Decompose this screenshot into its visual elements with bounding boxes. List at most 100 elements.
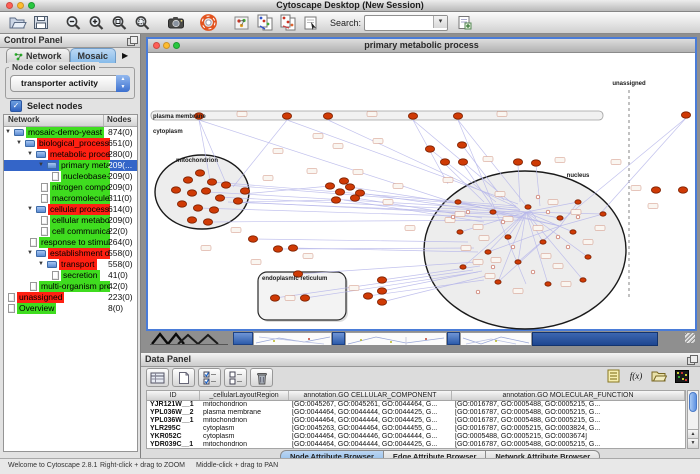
network-node-small[interactable] [531, 270, 535, 274]
network-node[interactable] [187, 190, 196, 196]
network-node[interactable] [580, 278, 586, 282]
function-builder-button[interactable]: f(x) [628, 369, 644, 383]
network-node[interactable] [455, 200, 461, 204]
table-cell[interactable]: [GO:0045263, GO:0044464, GO:0044455, G..… [289, 425, 452, 433]
table-cell[interactable]: [GO:0016787, GO:0005488, GO:0005215, G..… [452, 401, 685, 409]
table-cell[interactable]: mitochondrion [200, 401, 289, 409]
zoom-selected-button[interactable] [109, 13, 130, 32]
tree-expand-icon[interactable]: ▼ [38, 259, 44, 270]
network-node-small[interactable] [501, 220, 505, 224]
table-cell[interactable]: YPL036W__2 [147, 409, 200, 417]
network-node[interactable] [350, 195, 359, 201]
background-window-fragment[interactable] [233, 332, 253, 345]
network-node[interactable] [221, 182, 230, 188]
delete-attribute-button[interactable] [250, 368, 273, 387]
scrollbar-thumb[interactable] [689, 392, 697, 412]
background-network-drawing[interactable] [150, 332, 228, 345]
network-node[interactable] [495, 280, 501, 284]
network-node[interactable] [331, 197, 340, 203]
table-cell[interactable]: YDR039C__1 [147, 441, 200, 449]
table-cell[interactable]: [GO:0044464, GO:0044444, GO:0044425, G..… [289, 417, 452, 425]
tree-column-network[interactable]: Network [8, 115, 40, 125]
window-titlebar[interactable]: Cytoscape Desktop (New Session) [0, 0, 700, 12]
network-tree-row[interactable]: nucleobase-209(0) [4, 171, 137, 182]
select-all-attributes-button[interactable] [198, 368, 221, 387]
network-tree-row[interactable]: unassigned223(0) [4, 292, 137, 303]
network-node[interactable] [240, 188, 249, 194]
network-view-window[interactable]: primary metabolic process plasma membran… [146, 37, 697, 331]
table-column-header[interactable]: annotation.GO MOLECULAR_FUNCTION [452, 391, 685, 400]
preferences-button[interactable] [231, 13, 252, 32]
network-node[interactable] [183, 177, 192, 183]
network-node[interactable] [457, 142, 466, 148]
network-node-small[interactable] [511, 245, 515, 249]
network-node[interactable] [545, 282, 551, 286]
network-canvas[interactable]: plasma membranecytoplasmmitochondrionnuc… [148, 52, 695, 330]
network-tree-row[interactable]: response to stimulu264(0) [4, 237, 137, 248]
unselect-all-attributes-button[interactable] [224, 368, 247, 387]
tree-expand-icon[interactable]: ▼ [27, 149, 33, 160]
network-tree-row[interactable]: secretion41(0) [4, 270, 137, 281]
table-column-header[interactable]: ID [147, 391, 200, 400]
table-row[interactable]: YPL036W__2plasma membrane[GO:0044464, GO… [147, 409, 685, 417]
network-node[interactable] [490, 210, 496, 214]
import-network-button[interactable] [254, 13, 275, 32]
network-node[interactable] [651, 187, 660, 193]
network-node-small[interactable] [476, 290, 480, 294]
network-node[interactable] [270, 295, 279, 301]
network-node[interactable] [345, 184, 354, 190]
network-node[interactable] [377, 277, 386, 283]
network-tree-row[interactable]: ▼primary metabo209(... [4, 160, 137, 171]
network-tree-row[interactable]: cellular metabol209(0) [4, 215, 137, 226]
region-nucleus[interactable] [424, 171, 626, 329]
network-node[interactable] [377, 288, 386, 294]
background-window-fragment[interactable] [532, 332, 658, 346]
tree-expand-icon[interactable]: ▼ [16, 138, 22, 149]
network-node[interactable] [453, 113, 462, 119]
table-cell[interactable]: YPL036W__1 [147, 417, 200, 425]
network-node[interactable] [335, 189, 344, 195]
import-attributes-button[interactable] [277, 13, 298, 32]
network-node[interactable] [377, 299, 386, 305]
network-node[interactable] [513, 159, 522, 165]
snapshot-button[interactable] [165, 13, 186, 32]
tree-expand-icon[interactable]: ▼ [38, 160, 44, 171]
table-cell[interactable]: cytoplasm [200, 433, 289, 441]
table-row[interactable]: YLR295Ccytoplasm[GO:0045263, GO:0044464,… [147, 425, 685, 433]
network-node[interactable] [557, 216, 563, 220]
table-cell[interactable]: cytoplasm [200, 425, 289, 433]
node-color-dropdown[interactable]: transporter activity ▲▼ [10, 75, 130, 92]
network-tree-row[interactable]: ▼establishment of lo558(0) [4, 248, 137, 259]
search-dropdown-arrow[interactable]: ▾ [433, 16, 447, 28]
table-cell[interactable]: YKR052C [147, 433, 200, 441]
network-tree-row[interactable]: ▼transport558(0) [4, 259, 137, 270]
network-node[interactable] [363, 293, 372, 299]
network-tree-row[interactable]: ▼cellular process614(0) [4, 204, 137, 215]
background-window-fragment[interactable] [332, 332, 345, 345]
zoom-in-button[interactable] [86, 13, 107, 32]
heatmap-button[interactable] [674, 369, 690, 383]
table-cell[interactable]: [GO:0045267, GO:0045261, GO:0044464, G..… [289, 401, 452, 409]
network-node-small[interactable] [466, 210, 470, 214]
network-node[interactable] [681, 112, 690, 118]
attribute-report-button[interactable] [605, 369, 621, 383]
annotation-button[interactable] [300, 13, 321, 32]
network-node[interactable] [195, 170, 204, 176]
resize-grip[interactable] [685, 333, 695, 343]
network-node-small[interactable] [491, 265, 495, 269]
table-cell[interactable]: [GO:0005488, GO:0005215, GO:0003674] [452, 433, 685, 441]
tree-expand-icon[interactable]: ▼ [27, 248, 33, 259]
network-node[interactable] [460, 265, 466, 269]
table-cell[interactable]: [GO:0016787, GO:0005488, GO:0005215, G..… [452, 441, 685, 449]
tree-expand-icon[interactable]: ▼ [5, 127, 11, 138]
save-session-button[interactable] [30, 13, 51, 32]
help-button[interactable] [198, 13, 219, 32]
table-cell[interactable]: mitochondrion [200, 441, 289, 449]
network-tree-row[interactable]: macromolecule311(0) [4, 193, 137, 204]
network-tree-row[interactable]: multi-organism pro42(0) [4, 281, 137, 292]
network-node[interactable] [288, 245, 297, 251]
table-row[interactable]: YPL036W__1mitochondrion[GO:0044464, GO:0… [147, 417, 685, 425]
tree-column-nodes[interactable]: Nodes [107, 115, 131, 125]
table-cell[interactable]: [GO:0044464, GO:0044444, GO:0044425, G..… [289, 409, 452, 417]
search-input[interactable] [366, 17, 432, 27]
